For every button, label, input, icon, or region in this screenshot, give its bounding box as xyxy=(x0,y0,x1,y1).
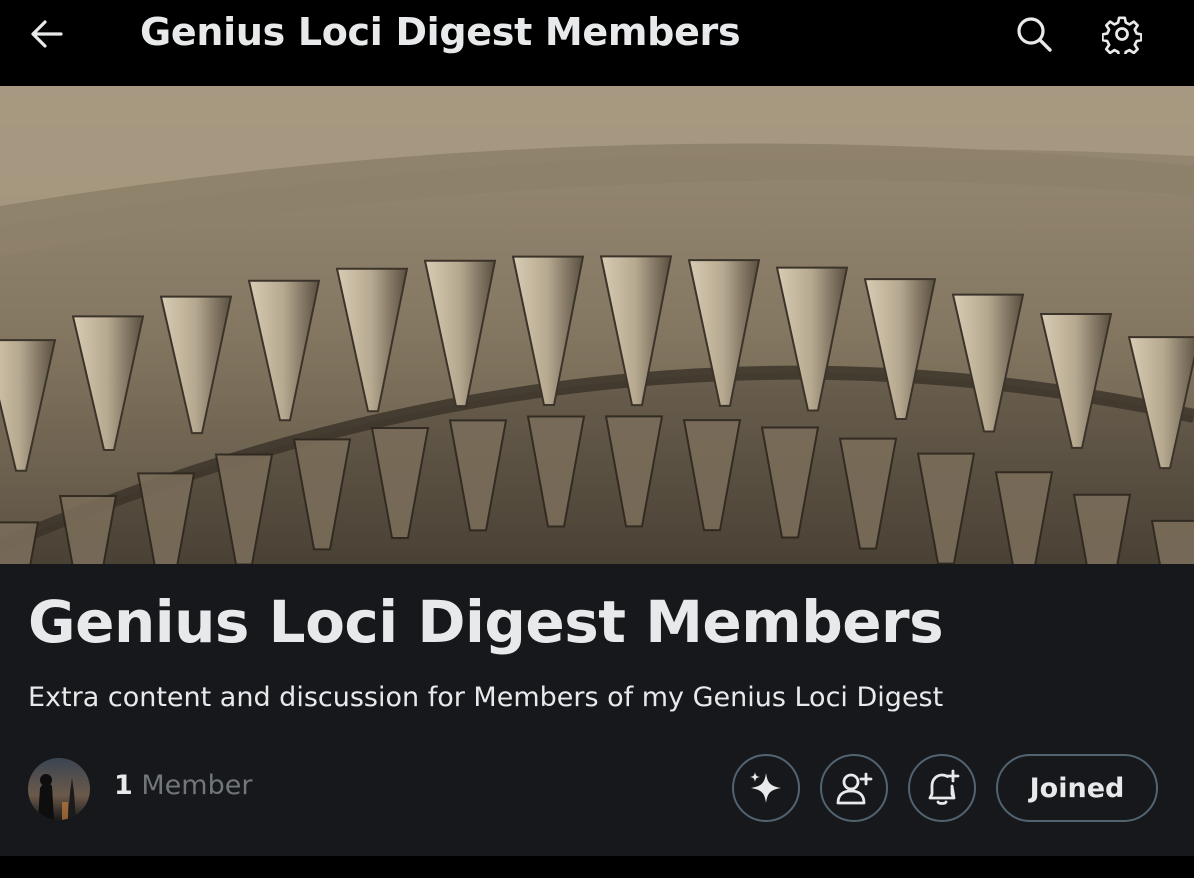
joined-button[interactable]: Joined xyxy=(996,754,1158,822)
add-user-icon xyxy=(836,772,873,805)
bell-plus-icon xyxy=(928,769,960,805)
avatar-image xyxy=(28,758,90,820)
member-count-label: Member xyxy=(141,770,253,801)
header-title: Genius Loci Digest Members xyxy=(140,10,741,54)
gear-icon xyxy=(1102,16,1142,54)
notifications-button[interactable] xyxy=(908,754,976,822)
member-count-number: 1 xyxy=(114,770,133,801)
community-description: Extra content and discussion for Members… xyxy=(28,682,944,713)
settings-button[interactable] xyxy=(1098,10,1146,58)
ai-summary-button[interactable] xyxy=(732,754,800,822)
community-page: Genius Loci Digest Members Genius Loci D… xyxy=(0,0,1194,878)
member-count[interactable]: 1 Member xyxy=(114,770,252,801)
community-name: Genius Loci Digest Members xyxy=(28,588,944,656)
bottom-divider xyxy=(0,856,1194,878)
banner-image xyxy=(0,86,1194,564)
sparkle-icon xyxy=(750,772,781,803)
banner-carving xyxy=(1150,519,1194,564)
invite-member-button[interactable] xyxy=(820,754,888,822)
arrow-left-icon xyxy=(31,20,63,48)
banner-carving xyxy=(0,521,40,564)
community-info: Genius Loci Digest Members Extra content… xyxy=(0,564,1194,856)
community-banner xyxy=(0,86,1194,564)
back-button[interactable] xyxy=(18,14,76,54)
member-avatar[interactable] xyxy=(28,758,90,820)
search-button[interactable] xyxy=(1010,10,1058,58)
top-bar: Genius Loci Digest Members xyxy=(0,0,1194,86)
search-icon xyxy=(1017,17,1052,52)
